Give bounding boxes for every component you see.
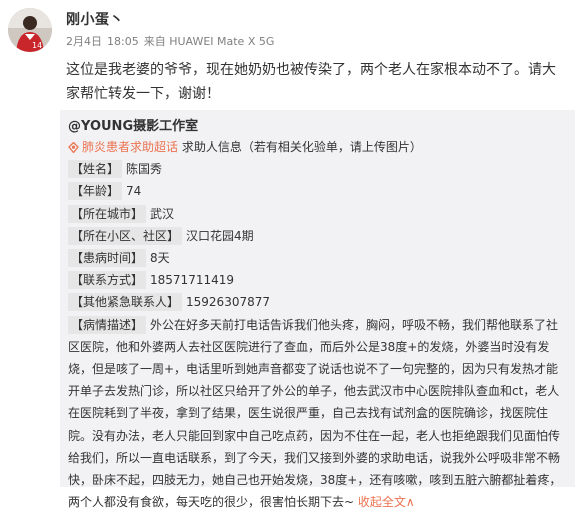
field-label: 【联系方式】 [68, 271, 147, 290]
field-value: 15926307877 [186, 295, 270, 310]
post-text: 这位是我老婆的爷爷，现在她奶奶也被传染了，两个老人在家根本动不了。请大家帮忙转发… [66, 62, 556, 102]
post-date[interactable]: 2月4日 [66, 35, 102, 48]
super-topic-tag[interactable]: 肺炎患者求助超话 [68, 140, 182, 154]
post-meta: 2月4日 18:05 来自 HUAWEI Mate X 5G [66, 33, 279, 49]
post-source: 来自 HUAWEI Mate X 5G [143, 35, 275, 48]
field-value: 18571711419 [150, 273, 234, 288]
description-block: 【病情描述】 外公在好多天前打电话告诉我们他头疼，胸闷，呼吸不畅，我们帮他联系了社… [68, 314, 570, 513]
field-value: 74 [126, 184, 142, 199]
field-label: 【患病时间】 [68, 249, 147, 268]
collapse-text-label: 收起全文 [357, 495, 406, 510]
post-time[interactable]: 18:05 [107, 35, 139, 48]
user-name[interactable]: 刚小蛋丶 [66, 9, 124, 29]
repost-intro-line: 肺炎患者求助超话 求助人信息（若有相关化验单，请上传图片） [68, 136, 570, 158]
repost-card[interactable]: @YOUNG摄影工作室 肺炎患者求助超话 求助人信息（若有相关化验单，请上传图片… [60, 110, 575, 509]
field-value: 汉口花园4期 [186, 228, 254, 243]
field-value: 8天 [150, 251, 170, 266]
field-row: 【姓名】 陈国秀 [68, 158, 570, 180]
super-topic-icon [68, 142, 79, 153]
field-row: 【所在城市】 武汉 [68, 203, 570, 225]
description-text: 外公在好多天前打电话告诉我们他头疼，胸闷，呼吸不畅，我们帮他联系了社区医院，他和… [68, 317, 562, 510]
field-value: 武汉 [150, 206, 175, 221]
field-row: 【所在小区、社区】 汉口花园4期 [68, 225, 570, 247]
field-row: 【其他紧急联系人】 15926307877 [68, 291, 570, 313]
field-label: 【年龄】 [68, 182, 123, 201]
svg-text:14: 14 [32, 41, 42, 50]
field-value: 陈国秀 [126, 162, 163, 177]
field-label: 【姓名】 [68, 160, 123, 179]
avatar[interactable]: 14 [8, 8, 52, 52]
field-label: 【其他紧急联系人】 [68, 293, 183, 312]
description-label: 【病情描述】 [68, 315, 147, 334]
repost-user[interactable]: @YOUNG摄影工作室 [68, 115, 198, 134]
super-topic-label: 肺炎患者求助超话 [82, 140, 179, 154]
chevron-up-icon: ∧ [405, 495, 415, 510]
field-row: 【联系方式】 18571711419 [68, 269, 570, 291]
field-label: 【所在城市】 [68, 204, 147, 223]
field-label: 【所在小区、社区】 [68, 226, 183, 245]
field-row: 【患病时间】 8天 [68, 247, 570, 269]
collapse-text-link[interactable]: 收起全文∧ [358, 495, 415, 509]
avatar-image: 14 [8, 8, 52, 52]
repost-body: 肺炎患者求助超话 求助人信息（若有相关化验单，请上传图片） 【姓名】 陈国秀 【年… [68, 136, 570, 513]
weibo-post: 14 刚小蛋丶 2月4日 18:05 来自 HUAWEI Mate X 5G 这位是… [0, 0, 575, 509]
field-row: 【年龄】 74 [68, 180, 570, 202]
repost-intro: 求助人信息（若有相关化验单，请上传图片） [181, 140, 422, 154]
